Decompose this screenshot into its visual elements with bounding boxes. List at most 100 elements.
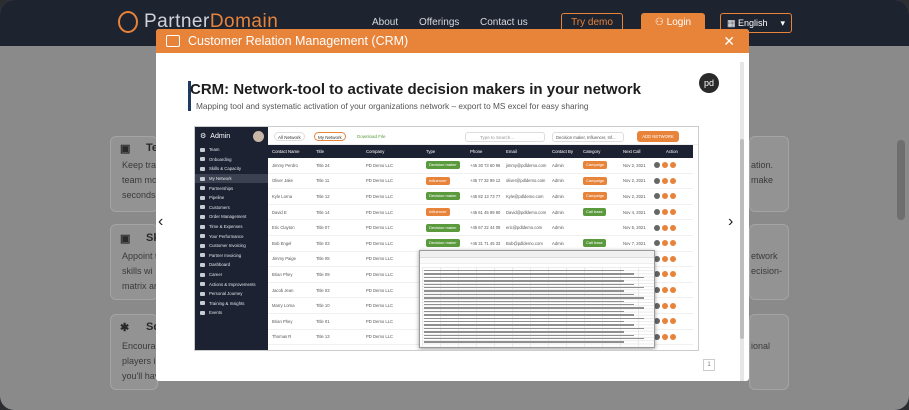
delete-icon[interactable]: [670, 302, 676, 309]
column-header[interactable]: Email: [506, 149, 517, 154]
delete-icon[interactable]: [670, 240, 676, 247]
edit-icon[interactable]: [662, 209, 668, 216]
sidebar-item[interactable]: Customers: [195, 203, 268, 213]
delete-icon[interactable]: [670, 177, 676, 184]
type-select[interactable]: Influencer: [426, 176, 450, 185]
sidebar-item[interactable]: Pipeline: [195, 193, 268, 203]
modal-scrollbar-thumb[interactable]: [740, 139, 744, 339]
download-file-link[interactable]: Download File: [354, 132, 389, 141]
crm-type-filter[interactable]: Decision maker, Influencer, Inf...: [552, 132, 624, 142]
sidebar-item[interactable]: Onboarding: [195, 155, 268, 165]
column-header[interactable]: Company: [366, 149, 384, 154]
next-slide-arrow-icon[interactable]: ›: [728, 213, 733, 231]
sidebar-item[interactable]: Time & Expenses: [195, 222, 268, 232]
sidebar-item[interactable]: Your Performance: [195, 231, 268, 241]
prev-slide-arrow-icon[interactable]: ‹: [158, 213, 163, 231]
sidebar-item[interactable]: Partner Invoicing: [195, 251, 268, 261]
excel-row: [424, 310, 624, 313]
column-header[interactable]: Title: [316, 149, 324, 154]
edit-icon[interactable]: [662, 287, 668, 294]
column-header[interactable]: Next Call: [623, 149, 640, 154]
delete-icon[interactable]: [670, 162, 676, 169]
comment-icon[interactable]: [654, 209, 660, 216]
sidebar-item[interactable]: Training & Insights: [195, 299, 268, 309]
row-actions: [654, 287, 676, 294]
cell-company: PD Demo LLC: [366, 209, 393, 215]
column-header[interactable]: Action: [666, 149, 678, 154]
edit-icon[interactable]: [662, 193, 668, 200]
comment-icon[interactable]: [654, 240, 660, 247]
sidebar-item[interactable]: Skills & Capacity: [195, 164, 268, 174]
comment-icon[interactable]: [654, 224, 660, 231]
column-header[interactable]: Type: [426, 149, 435, 154]
delete-icon[interactable]: [670, 333, 676, 340]
all-network-chip[interactable]: All Network: [274, 132, 305, 141]
sidebar-item[interactable]: Actions & Improvements: [195, 279, 268, 289]
close-icon[interactable]: ✕: [723, 33, 735, 50]
column-header[interactable]: Phone: [470, 149, 482, 154]
category-select[interactable]: Call base: [583, 239, 606, 248]
delete-icon[interactable]: [670, 209, 676, 216]
delete-icon[interactable]: [670, 224, 676, 231]
edit-icon[interactable]: [662, 162, 668, 169]
edit-icon[interactable]: [662, 255, 668, 262]
table-row[interactable]: Eric Clayton Title 07 PD Demo LLC Decision …: [268, 220, 693, 236]
column-header[interactable]: Category: [583, 149, 600, 154]
sidebar-item[interactable]: Events: [195, 308, 268, 318]
nav-about[interactable]: About: [372, 17, 398, 28]
edit-icon[interactable]: [662, 333, 668, 340]
type-select[interactable]: Influencer: [426, 208, 450, 217]
category-select[interactable]: Campaign: [583, 161, 608, 170]
table-row[interactable]: Oliver Jake Title 11 PD Demo LLC Influencer…: [268, 174, 693, 190]
edit-icon[interactable]: [662, 318, 668, 325]
edit-icon[interactable]: [662, 240, 668, 247]
type-select[interactable]: Decision maker: [426, 223, 460, 232]
cell-company: PD Demo LLC: [366, 287, 393, 293]
table-row[interactable]: Jimmy Perdro Title 24 PD Demo LLC Decision …: [268, 158, 693, 174]
table-row[interactable]: David E Title 14 PD Demo LLC Influencer +45 …: [268, 205, 693, 221]
type-select[interactable]: Decision maker: [426, 161, 460, 170]
menu-item-icon: [200, 310, 205, 315]
sidebar-item[interactable]: Customer Invoicing: [195, 241, 268, 251]
delete-icon[interactable]: [670, 193, 676, 200]
crm-sidebar-header: ⚙ Admin: [195, 127, 268, 145]
type-select[interactable]: Decision maker: [426, 239, 460, 248]
column-header[interactable]: Contact Name: [272, 149, 299, 154]
sidebar-item[interactable]: Career: [195, 270, 268, 280]
my-network-chip[interactable]: My Network: [314, 132, 346, 141]
sidebar-item[interactable]: Dashboard: [195, 260, 268, 270]
edit-icon[interactable]: [662, 271, 668, 278]
cell-name: Eric Clayton: [272, 225, 295, 231]
cell-by: Admin: [552, 162, 564, 168]
delete-icon[interactable]: [670, 318, 676, 325]
comment-icon[interactable]: [654, 177, 660, 184]
category-select[interactable]: Campaign: [583, 176, 608, 185]
sidebar-item[interactable]: Personal Journey: [195, 289, 268, 299]
sidebar-item[interactable]: Partnerships: [195, 183, 268, 193]
page-scrollbar[interactable]: [897, 140, 905, 220]
category-select[interactable]: Campaign: [583, 192, 608, 201]
comment-icon[interactable]: [654, 162, 660, 169]
nav-offerings[interactable]: Offerings: [419, 17, 459, 28]
add-network-button[interactable]: ADD NETWORK: [637, 131, 679, 142]
feature-card-team-icon: ▣: [120, 143, 131, 155]
delete-icon[interactable]: [670, 255, 676, 262]
cell-next: Nov 2, 2021: [623, 162, 646, 168]
delete-icon[interactable]: [670, 287, 676, 294]
type-select[interactable]: Decision maker: [426, 192, 460, 201]
column-header[interactable]: Contact By: [552, 149, 573, 154]
sidebar-item[interactable]: My Network: [195, 173, 268, 184]
comment-icon[interactable]: [654, 193, 660, 200]
edit-icon[interactable]: [662, 224, 668, 231]
cell-next: Nov 4, 2021: [623, 209, 646, 215]
sidebar-item[interactable]: Team: [195, 145, 268, 155]
table-row[interactable]: Kyle Lorna Title 12 PD Demo LLC Decision ma…: [268, 189, 693, 205]
crm-search-input[interactable]: Type to Search...: [465, 132, 545, 142]
sidebar-item[interactable]: Order Management: [195, 212, 268, 222]
page-indicator[interactable]: 1: [703, 359, 715, 371]
edit-icon[interactable]: [662, 177, 668, 184]
edit-icon[interactable]: [662, 302, 668, 309]
category-select[interactable]: Call base: [583, 208, 606, 217]
delete-icon[interactable]: [670, 271, 676, 278]
nav-contact[interactable]: Contact us: [480, 17, 528, 28]
